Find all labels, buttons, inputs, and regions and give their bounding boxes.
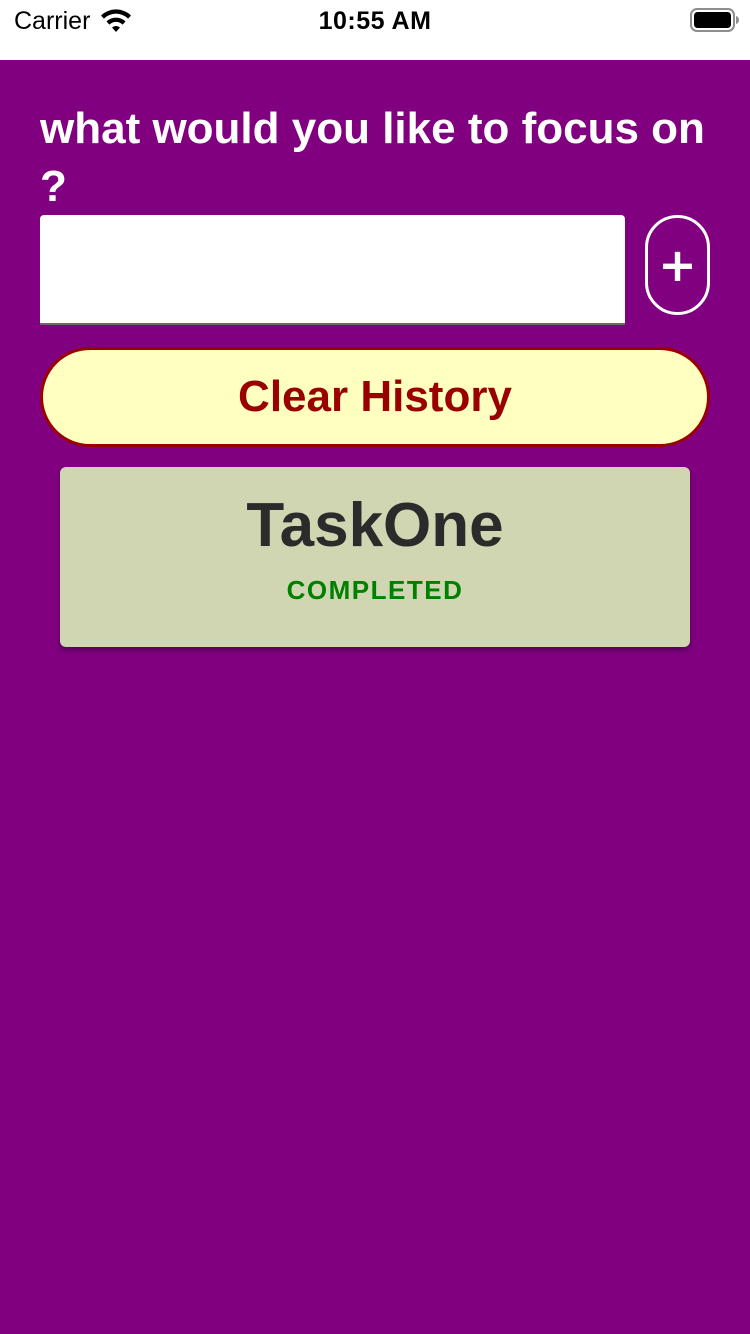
task-status-badge: COMPLETED	[286, 575, 464, 605]
battery-icon	[690, 8, 739, 32]
clock-time: 10:55 AM	[318, 7, 432, 35]
task-card[interactable]: TaskOne COMPLETED	[60, 467, 690, 647]
task-input[interactable]	[40, 215, 625, 325]
task-title: TaskOne	[246, 491, 504, 560]
clear-history-button[interactable]: Clear History	[40, 347, 710, 447]
status-bar: Carrier 10:55 AM	[0, 0, 750, 60]
add-task-button[interactable]: +	[645, 215, 710, 315]
clear-history-label: Clear History	[238, 372, 512, 421]
plus-icon: +	[658, 238, 697, 292]
focus-prompt-heading: what would you like to focus on ?	[40, 104, 705, 211]
